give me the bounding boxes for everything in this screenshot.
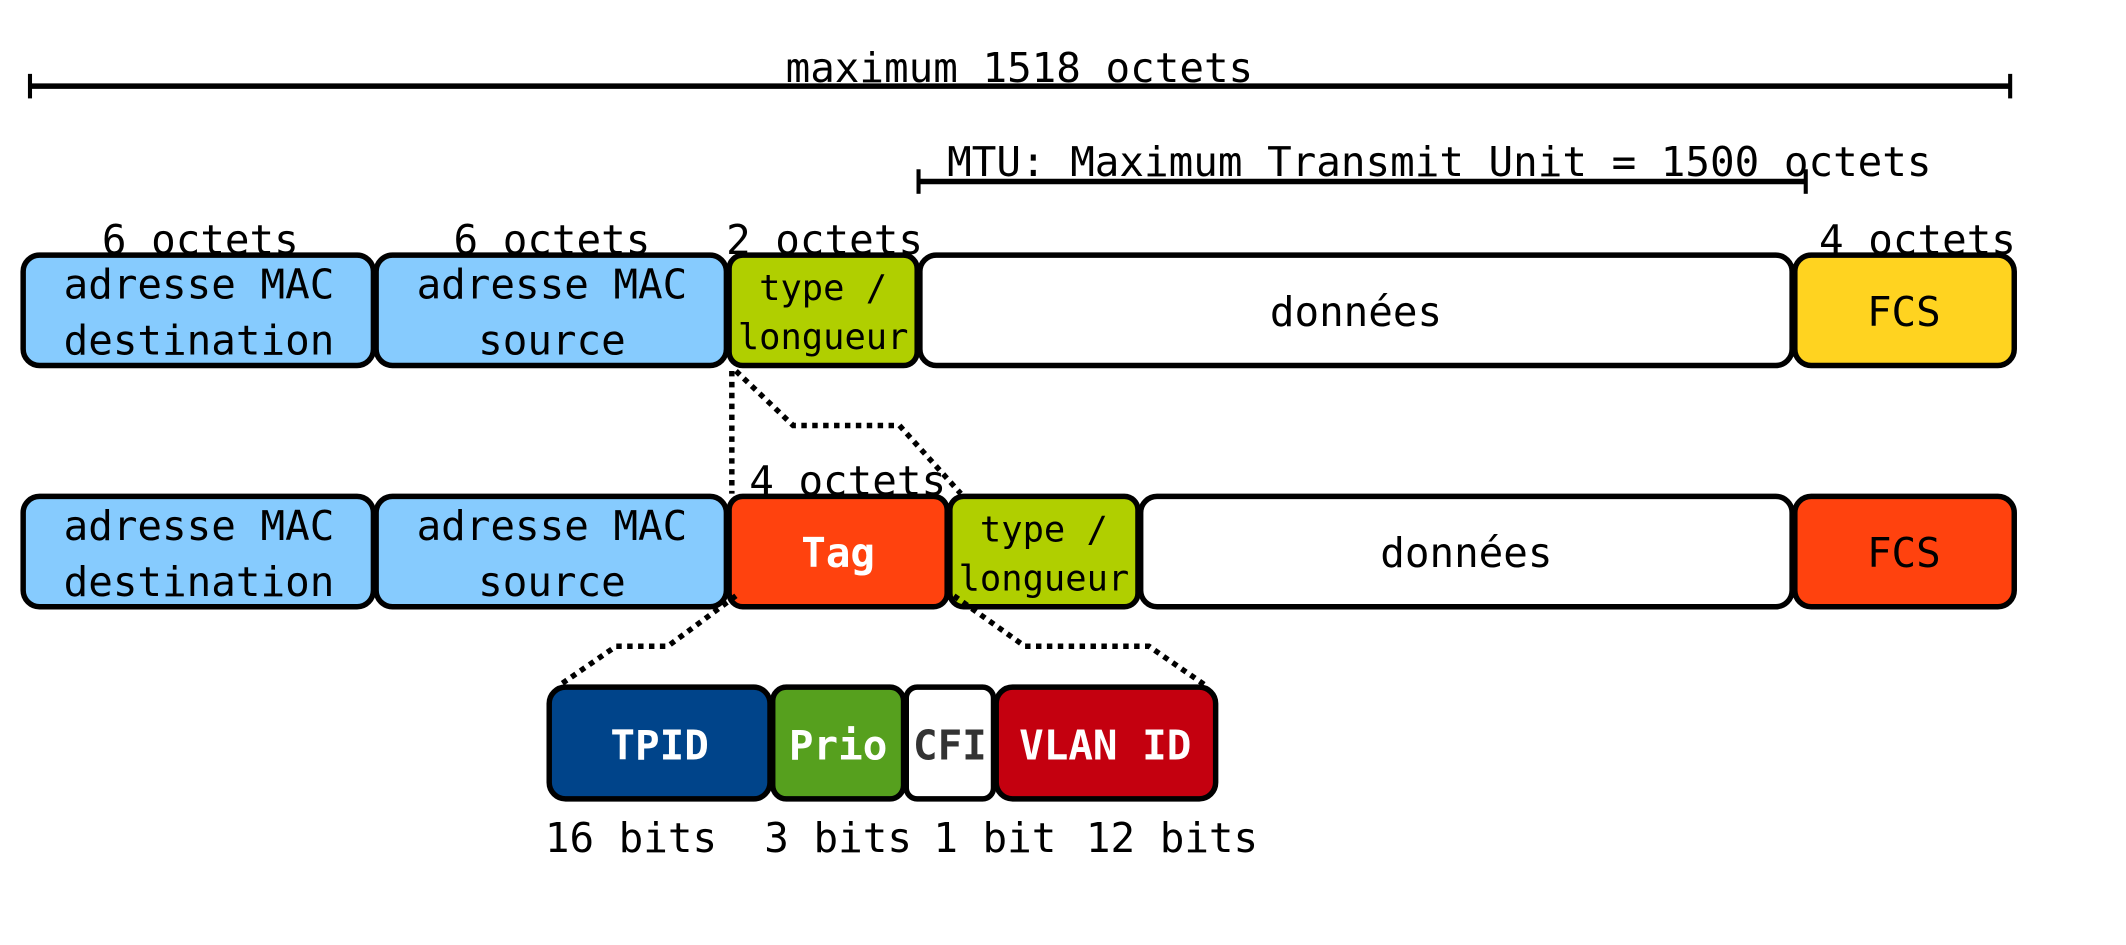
mtu-label: MTU: Maximum Transmit Unit = 1500 octets: [947, 138, 1931, 186]
tag-breakdown: TPID Prio CFI VLAN ID 16 bits 3 bits 1 b…: [545, 684, 1258, 862]
field-label: Tag: [801, 529, 875, 577]
field-label: longueur: [738, 317, 909, 358]
field-label: adresse MAC: [417, 261, 688, 309]
field-label: source: [478, 558, 626, 606]
field-label: Prio: [789, 721, 887, 769]
field-label: données: [1270, 288, 1442, 336]
bits-label: 16 bits: [545, 814, 717, 862]
total-length-dimension: maximum 1518 octets: [27, 44, 2013, 99]
field-label: CFI: [913, 721, 987, 769]
field-label: données: [1380, 529, 1552, 577]
field-label: longueur: [959, 558, 1130, 599]
mtu-dimension: MTU: Maximum Transmit Unit = 1500 octets: [916, 138, 1932, 194]
tagged-frame: 4 octets adresse MAC destination adresse…: [20, 457, 2017, 610]
field-label: destination: [64, 558, 335, 606]
standard-frame: 6 octets 6 octets 2 octets 4 octets adre…: [20, 216, 2017, 369]
field-label: TPID: [610, 721, 708, 769]
bits-label: 12 bits: [1086, 814, 1258, 862]
field-label: FCS: [1867, 288, 1941, 336]
field-label: destination: [64, 317, 335, 365]
field-label: FCS: [1867, 529, 1941, 577]
field-label: source: [478, 317, 626, 365]
total-length-label: maximum 1518 octets: [786, 44, 1254, 92]
field-label: adresse MAC: [417, 502, 688, 550]
bits-label: 3 bits: [764, 814, 912, 862]
field-label: VLAN ID: [1019, 721, 1191, 769]
vlan-frame-diagram: maximum 1518 octets MTU: Maximum Transmi…: [20, 44, 2017, 862]
bits-label: 1 bit: [933, 814, 1056, 862]
field-label: adresse MAC: [64, 261, 335, 309]
field-label: type /: [759, 268, 887, 309]
field-label: type /: [980, 509, 1108, 550]
field-label: adresse MAC: [64, 502, 335, 550]
